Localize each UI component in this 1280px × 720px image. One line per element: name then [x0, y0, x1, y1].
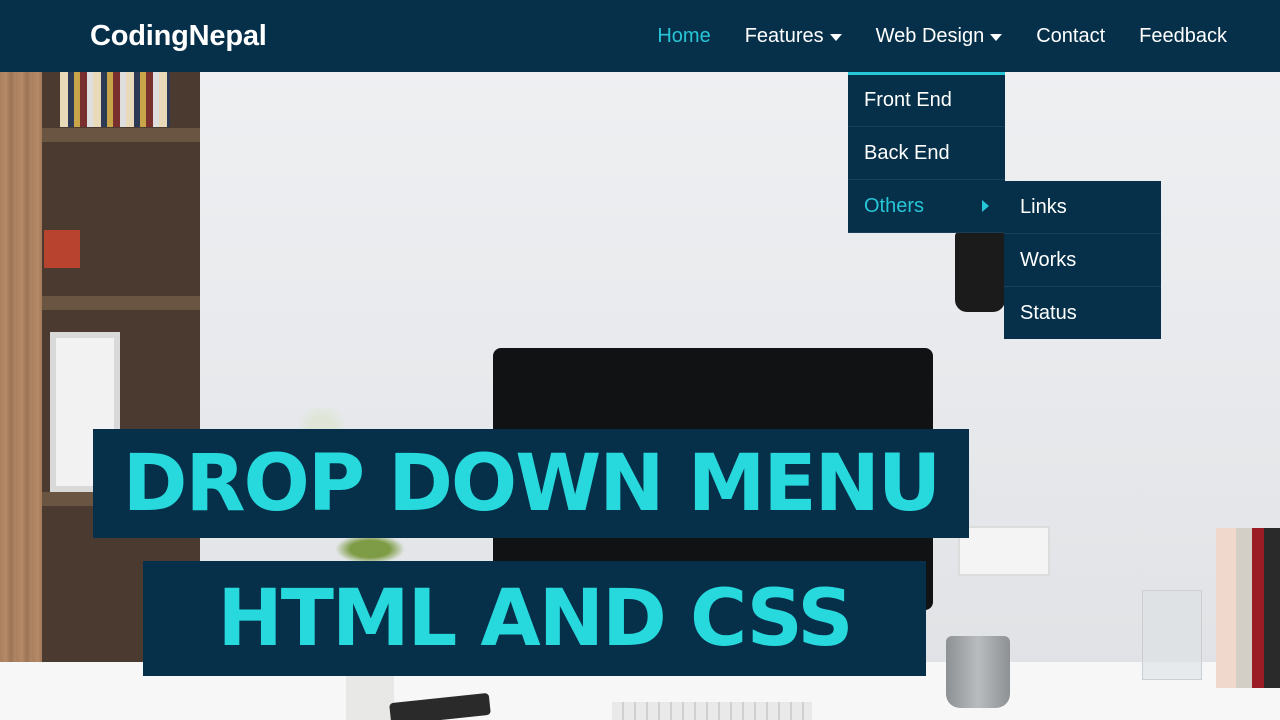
- nav-item-label: Web Design: [875, 24, 985, 47]
- wall-switch: [958, 526, 1050, 576]
- caret-down-icon: [990, 33, 1003, 41]
- red-box: [44, 230, 80, 268]
- submenu-item-label: Status: [1020, 301, 1077, 324]
- wall-lamp: [955, 232, 1005, 312]
- title-line-2: HTML AND CSS: [217, 573, 853, 664]
- nav-item-feedback[interactable]: Feedback: [1122, 0, 1244, 72]
- subtitle-banner: HTML AND CSS: [143, 561, 926, 676]
- dropdown-item-label: Others: [864, 194, 925, 217]
- title-banner: DROP DOWN MENU: [93, 429, 969, 538]
- nav-item-home[interactable]: Home: [640, 0, 727, 72]
- submenu-item-status[interactable]: Status: [1004, 287, 1161, 339]
- nav-item-label: Features: [744, 24, 824, 47]
- books-stack: [1216, 528, 1280, 688]
- plant-leaves: [335, 534, 405, 564]
- dropdown-item-others[interactable]: Others: [848, 180, 1005, 233]
- books-on-shelf: [60, 72, 170, 127]
- nav-item-label: Feedback: [1139, 24, 1227, 47]
- submenu-item-label: Works: [1020, 248, 1077, 271]
- dropdown-item-back-end[interactable]: Back End: [848, 127, 1005, 180]
- title-line-1: DROP DOWN MENU: [122, 438, 941, 529]
- caret-down-icon: [829, 33, 842, 41]
- bookshelf-side: [0, 72, 42, 720]
- dropdown-item-label: Front End: [864, 89, 952, 111]
- web-design-dropdown: Front End Back End Others: [848, 72, 1005, 233]
- submenu-item-label: Links: [1020, 195, 1067, 218]
- others-submenu: Links Works Status: [1004, 181, 1161, 339]
- nav-item-contact[interactable]: Contact: [1019, 0, 1122, 72]
- submenu-item-works[interactable]: Works: [1004, 234, 1161, 287]
- vase: [346, 676, 394, 720]
- nav-item-web-design[interactable]: Web Design: [859, 0, 1020, 72]
- shelf-board: [42, 128, 200, 142]
- shelf-board: [42, 296, 200, 310]
- keyboard: [612, 702, 812, 720]
- nav-links: Home Features Web Design Contact Feedbac…: [640, 0, 1244, 72]
- logo[interactable]: CodingNepal: [90, 20, 267, 53]
- nav-item-features[interactable]: Features: [728, 0, 859, 72]
- navbar: CodingNepal Home Features Web Design Con…: [0, 0, 1280, 72]
- dropdown-item-label: Back End: [864, 141, 950, 164]
- submenu-item-links[interactable]: Links: [1004, 181, 1161, 234]
- pen-cup: [1142, 590, 1202, 680]
- nav-item-label: Home: [657, 24, 711, 47]
- caret-right-icon: [982, 200, 989, 212]
- mug: [946, 636, 1010, 708]
- nav-item-label: Contact: [1036, 24, 1106, 47]
- dropdown-item-front-end[interactable]: Front End: [848, 75, 1005, 127]
